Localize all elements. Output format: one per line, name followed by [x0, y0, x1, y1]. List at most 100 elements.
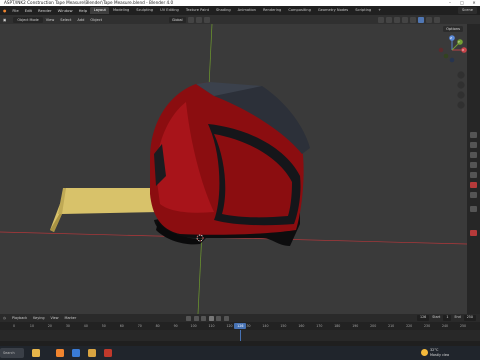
prev-keyframe-icon[interactable] — [193, 315, 199, 321]
end-frame-field[interactable]: 250 — [463, 315, 476, 321]
gizmo-toggle-icon[interactable] — [386, 16, 392, 23]
orientation-dropdown[interactable]: Global — [169, 16, 186, 23]
view-layer-icon[interactable] — [470, 162, 477, 168]
menu-help[interactable]: Help — [76, 8, 91, 13]
start-frame-field[interactable]: 1 — [443, 315, 452, 321]
tab-uv-editing[interactable]: UV Editing — [157, 7, 183, 14]
tab-rendering[interactable]: Rendering — [259, 7, 284, 14]
timeline-tick: 20 — [47, 323, 52, 328]
menu-file[interactable]: File — [9, 8, 21, 13]
menu-view[interactable]: View — [43, 18, 58, 22]
scene-selector[interactable]: Scene — [458, 7, 477, 14]
weather-widget[interactable]: 32°C Mostly clea — [430, 348, 449, 358]
tab-animation[interactable]: Animation — [234, 7, 259, 14]
play-icon[interactable] — [208, 315, 214, 321]
timeline-tick: 60 — [119, 323, 124, 328]
menu-render[interactable]: Render — [35, 8, 55, 13]
blender-logo-icon[interactable]: ● — [0, 8, 9, 13]
timeline-tick: 70 — [137, 323, 142, 328]
material-properties-icon[interactable] — [470, 230, 477, 236]
menu-window[interactable]: Window — [55, 8, 76, 13]
menu-add[interactable]: Add — [74, 18, 87, 22]
world-properties-icon[interactable] — [470, 182, 477, 188]
properties-tab-strip — [467, 24, 480, 314]
menu-keying[interactable]: Keying — [30, 316, 47, 320]
tab-scripting[interactable]: Scripting — [352, 7, 375, 14]
3d-viewport[interactable]: Options X Y Z — [0, 24, 467, 314]
overlay-icon[interactable] — [394, 16, 400, 23]
menu-select[interactable]: Select — [57, 18, 74, 22]
timeline-tick: 120 — [226, 323, 233, 328]
tab-geometry-nodes[interactable]: Geometry Nodes — [314, 7, 351, 14]
output-properties-icon[interactable] — [470, 152, 477, 158]
explorer-app-icon[interactable] — [32, 349, 40, 357]
menu-view-timeline[interactable]: View — [48, 316, 62, 320]
proportional-edit-icon[interactable] — [203, 16, 210, 23]
material-shading-icon[interactable] — [426, 16, 432, 23]
options-dropdown[interactable]: Options — [443, 26, 463, 32]
timeline-tick: 240 — [441, 323, 449, 328]
os-taskbar: Search 32°C Mostly clea — [0, 346, 480, 360]
timeline-body[interactable] — [0, 330, 480, 341]
editor-type-icon[interactable]: ▣ — [0, 18, 9, 22]
tab-texture-paint[interactable]: Texture Paint — [182, 7, 212, 14]
camera-icon — [457, 91, 465, 99]
hand-pan-icon — [457, 81, 465, 89]
playhead-line[interactable] — [240, 330, 242, 341]
timeline-tick: 0 — [12, 323, 16, 328]
mode-dropdown[interactable]: Object Mode — [13, 16, 43, 23]
modifier-properties-icon[interactable] — [470, 206, 477, 212]
menu-object[interactable]: Object — [87, 18, 105, 22]
timeline-tick: 110 — [208, 323, 215, 328]
transform-toolbar: Global — [165, 16, 210, 23]
current-frame-field[interactable]: 126 — [416, 315, 430, 321]
taskbar-search[interactable]: Search — [0, 348, 24, 358]
zoom-icon — [457, 71, 465, 79]
menu-marker[interactable]: Marker — [62, 316, 80, 320]
menu-playback[interactable]: Playback — [9, 316, 30, 320]
tool-properties-icon[interactable] — [470, 132, 477, 138]
menu-edit[interactable]: Edit — [22, 8, 35, 13]
start-label: Start — [432, 315, 441, 320]
files-app-icon[interactable] — [88, 349, 96, 357]
timeline-ruler[interactable]: 0 10 20 30 40 50 60 70 80 90 100 110 120 130 140 150 160… — [0, 322, 480, 330]
timeline-tick: 150 — [280, 323, 287, 328]
timeline-header: ◷ Playback Keying View Marker 126 Start … — [0, 314, 480, 322]
jump-end-icon[interactable] — [223, 315, 229, 321]
play-reverse-icon[interactable] — [201, 315, 206, 321]
browser-app-icon[interactable] — [72, 349, 80, 357]
grid-icon — [457, 101, 465, 109]
timeline-tick: 40 — [83, 323, 88, 328]
blender-app-icon[interactable] — [56, 349, 64, 357]
viewport-scene — [0, 24, 467, 314]
media-app-icon[interactable] — [104, 349, 112, 357]
timeline-tick: 210 — [388, 323, 395, 328]
jump-start-icon[interactable] — [186, 315, 191, 321]
timeline-tick: 220 — [406, 323, 413, 328]
next-keyframe-icon[interactable] — [216, 315, 221, 321]
solid-shading-icon[interactable] — [418, 16, 424, 23]
window-title: ASPT/INK2 Construction Tape Measure\Blen… — [4, 0, 174, 5]
object-properties-icon[interactable] — [470, 192, 477, 198]
snap-icon[interactable] — [195, 16, 202, 23]
timeline-tick: 10 — [29, 323, 34, 328]
timeline-tick: 100 — [190, 323, 197, 328]
xray-icon[interactable] — [402, 16, 408, 23]
render-properties-icon[interactable] — [470, 142, 477, 148]
tab-layout[interactable]: Layout — [90, 7, 110, 14]
weather-sun-icon — [421, 349, 428, 356]
pivot-icon[interactable] — [187, 16, 194, 23]
tab-compositing[interactable]: Compositing — [285, 7, 315, 14]
add-workspace-button[interactable]: + — [375, 7, 385, 14]
timeline-tick: 250 — [459, 323, 467, 328]
rendered-shading-icon[interactable] — [434, 16, 440, 23]
tab-shading[interactable]: Shading — [213, 7, 235, 14]
timeline-tick: 50 — [101, 323, 106, 328]
visibility-icon[interactable] — [378, 16, 384, 23]
playhead-frame-indicator[interactable]: 126 — [234, 322, 247, 329]
scene-properties-icon[interactable] — [470, 172, 477, 178]
timeline-editor-icon[interactable]: ◷ — [0, 316, 9, 320]
tab-sculpting[interactable]: Sculpting — [133, 7, 157, 14]
tab-modeling[interactable]: Modeling — [109, 7, 132, 14]
wireframe-shading-icon[interactable] — [410, 16, 416, 23]
